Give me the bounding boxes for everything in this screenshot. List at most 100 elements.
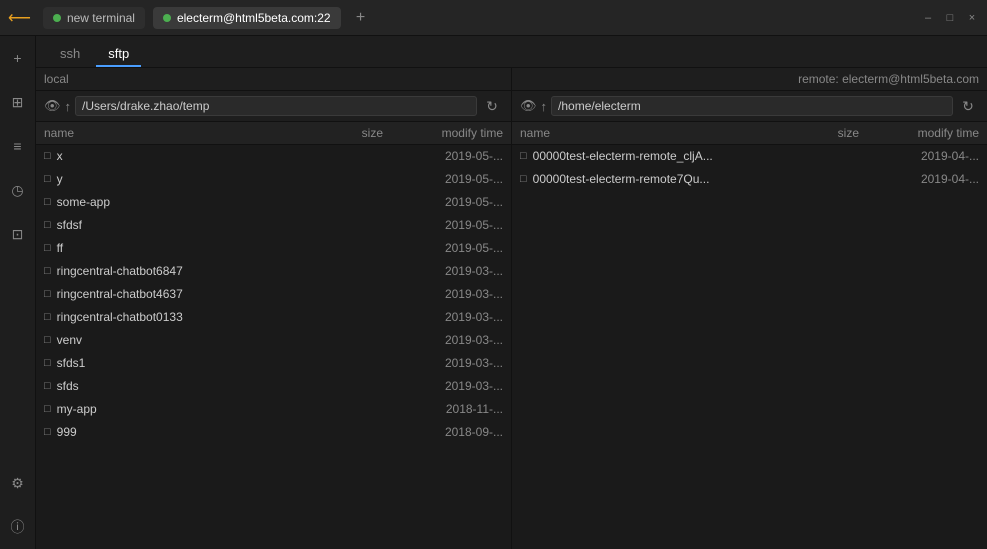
file-mtime: 2018-11-... <box>383 402 503 416</box>
table-row[interactable]: □ my-app 2018-11-... <box>36 398 511 421</box>
folder-icon: □ <box>44 334 51 346</box>
folder-icon: □ <box>44 403 51 415</box>
file-panels: local 👁 ↑ ↻ name size modify time □ <box>36 68 987 549</box>
local-refresh-button[interactable]: ↻ <box>481 95 503 117</box>
file-name: □ venv <box>44 333 303 347</box>
remote-table-header: name size modify time <box>512 122 987 145</box>
tab-status-dot <box>53 14 61 22</box>
file-mtime: 2019-03-... <box>383 333 503 347</box>
local-path-bar: 👁 ↑ ↻ <box>36 91 511 122</box>
sidebar-clock-icon[interactable]: ◷ <box>4 176 32 204</box>
local-panel: local 👁 ↑ ↻ name size modify time □ <box>36 68 512 549</box>
local-table-header: name size modify time <box>36 122 511 145</box>
file-name: □ my-app <box>44 402 303 416</box>
file-name: □ 00000test-electerm-remote7Qu... <box>520 172 779 186</box>
table-row[interactable]: □ ringcentral-chatbot6847 2019-03-... <box>36 260 511 283</box>
file-name: □ ff <box>44 241 303 255</box>
file-name: □ ringcentral-chatbot6847 <box>44 264 303 278</box>
local-path-input[interactable] <box>75 96 477 116</box>
protocol-tabs: ssh sftp <box>36 36 987 68</box>
table-row[interactable]: □ ringcentral-chatbot0133 2019-03-... <box>36 306 511 329</box>
file-mtime: 2019-05-... <box>383 241 503 255</box>
table-row[interactable]: □ 00000test-electerm-remote_cljA... 2019… <box>512 145 987 168</box>
file-mtime: 2019-04-... <box>859 149 979 163</box>
file-name: □ x <box>44 149 303 163</box>
table-row[interactable]: □ venv 2019-03-... <box>36 329 511 352</box>
remote-label: remote: electerm@html5beta.com <box>798 72 979 86</box>
remote-path-input[interactable] <box>551 96 953 116</box>
table-row[interactable]: □ 999 2018-09-... <box>36 421 511 444</box>
local-up-icon[interactable]: ↑ <box>65 99 72 114</box>
sidebar: + ⊞ ≡ ◷ ⊡ ⚙ ⓘ <box>0 36 36 549</box>
minimize-button[interactable]: – <box>921 11 935 25</box>
add-tab-button[interactable]: + <box>349 6 373 30</box>
remote-eye-icon[interactable]: 👁 <box>520 98 537 114</box>
file-name: □ sfdsf <box>44 218 303 232</box>
content-area: ssh sftp local 👁 ↑ ↻ <box>36 36 987 549</box>
tab-sftp[interactable]: sftp <box>96 42 141 67</box>
local-file-list: □ x 2019-05-... □ y 2019-05-... □ some-a… <box>36 145 511 549</box>
folder-icon: □ <box>520 173 527 185</box>
tab-status-dot <box>163 14 171 22</box>
folder-icon: □ <box>44 196 51 208</box>
file-name: □ sfds1 <box>44 356 303 370</box>
table-row[interactable]: □ sfdsf 2019-05-... <box>36 214 511 237</box>
close-button[interactable]: × <box>965 11 979 25</box>
window-controls: – □ × <box>921 11 979 25</box>
file-mtime: 2019-05-... <box>383 195 503 209</box>
remote-file-list: □ 00000test-electerm-remote_cljA... 2019… <box>512 145 987 549</box>
table-row[interactable]: □ some-app 2019-05-... <box>36 191 511 214</box>
local-eye-icon[interactable]: 👁 <box>44 98 61 114</box>
file-name: □ sfds <box>44 379 303 393</box>
sidebar-image-icon[interactable]: ⊡ <box>4 220 32 248</box>
file-name: □ ringcentral-chatbot4637 <box>44 287 303 301</box>
table-row[interactable]: □ ff 2019-05-... <box>36 237 511 260</box>
sidebar-terminal-icon[interactable]: ⊞ <box>4 88 32 116</box>
folder-icon: □ <box>44 288 51 300</box>
table-row[interactable]: □ 00000test-electerm-remote7Qu... 2019-0… <box>512 168 987 191</box>
remote-up-icon[interactable]: ↑ <box>541 99 548 114</box>
file-mtime: 2019-05-... <box>383 218 503 232</box>
folder-icon: □ <box>44 219 51 231</box>
file-mtime: 2019-03-... <box>383 264 503 278</box>
titlebar: ⟵ new terminal electerm@html5beta.com:22… <box>0 0 987 36</box>
sidebar-info-icon[interactable]: ⓘ <box>4 513 32 541</box>
folder-icon: □ <box>44 265 51 277</box>
tab-ssh[interactable]: ssh <box>48 42 92 67</box>
local-panel-header: local <box>36 68 511 91</box>
tab-new-terminal[interactable]: new terminal <box>43 7 145 29</box>
app-logo-icon: ⟵ <box>8 8 31 28</box>
remote-panel-header: remote: electerm@html5beta.com <box>512 68 987 91</box>
file-mtime: 2019-03-... <box>383 287 503 301</box>
remote-col-size: size <box>779 126 859 140</box>
table-row[interactable]: □ sfds 2019-03-... <box>36 375 511 398</box>
file-name: □ some-app <box>44 195 303 209</box>
sidebar-layers-icon[interactable]: ≡ <box>4 132 32 160</box>
file-mtime: 2019-03-... <box>383 356 503 370</box>
maximize-button[interactable]: □ <box>943 11 957 25</box>
tab-label: new terminal <box>67 11 135 25</box>
table-row[interactable]: □ ringcentral-chatbot4637 2019-03-... <box>36 283 511 306</box>
local-col-size: size <box>303 126 383 140</box>
remote-path-bar: 👁 ↑ ↻ <box>512 91 987 122</box>
folder-icon: □ <box>44 357 51 369</box>
table-row[interactable]: □ y 2019-05-... <box>36 168 511 191</box>
remote-refresh-button[interactable]: ↻ <box>957 95 979 117</box>
sidebar-add-icon[interactable]: + <box>4 44 32 72</box>
folder-icon: □ <box>44 426 51 438</box>
file-mtime: 2018-09-... <box>383 425 503 439</box>
file-name: □ 999 <box>44 425 303 439</box>
file-mtime: 2019-03-... <box>383 379 503 393</box>
folder-icon: □ <box>520 150 527 162</box>
folder-icon: □ <box>44 311 51 323</box>
table-row[interactable]: □ sfds1 2019-03-... <box>36 352 511 375</box>
local-col-mtime: modify time <box>383 126 503 140</box>
table-row[interactable]: □ x 2019-05-... <box>36 145 511 168</box>
remote-col-mtime: modify time <box>859 126 979 140</box>
local-label: local <box>44 72 69 86</box>
sidebar-settings-icon[interactable]: ⚙ <box>4 469 32 497</box>
file-mtime: 2019-04-... <box>859 172 979 186</box>
file-name: □ 00000test-electerm-remote_cljA... <box>520 149 779 163</box>
tab-electerm[interactable]: electerm@html5beta.com:22 <box>153 7 341 29</box>
folder-icon: □ <box>44 150 51 162</box>
